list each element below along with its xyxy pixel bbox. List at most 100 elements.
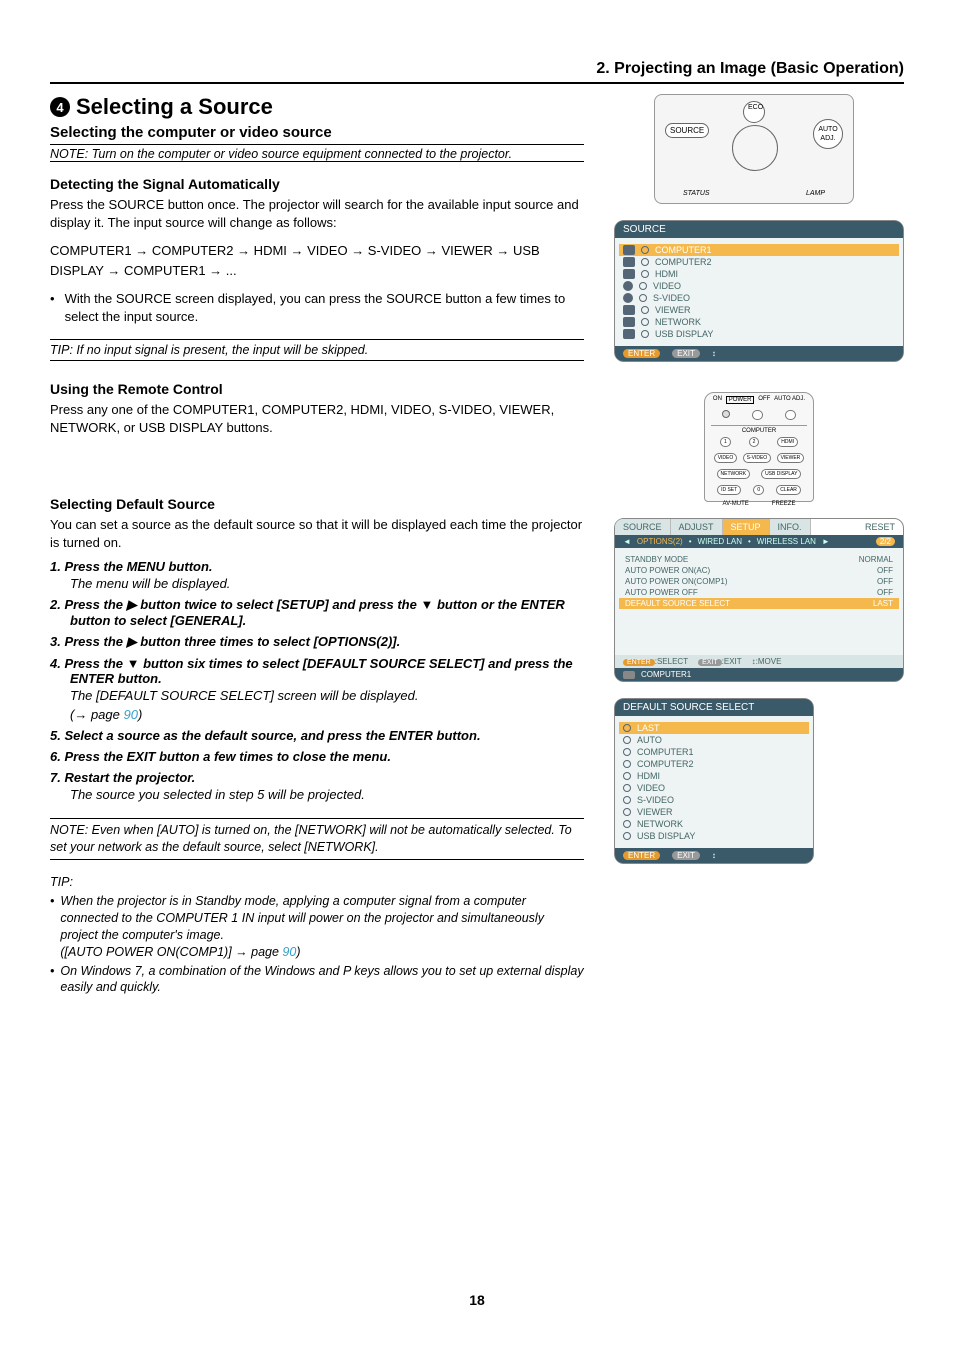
source-icon — [623, 305, 635, 315]
setup-row: AUTO POWER ON(COMP1) OFF — [625, 576, 893, 587]
osd-row: NETWORK — [623, 316, 895, 328]
step-4-sub2-prefix: (→ page — [70, 707, 123, 722]
osd-row: USB DISPLAY — [623, 830, 805, 842]
osd-item-label: VIDEO — [653, 281, 681, 291]
osd-row: COMPUTER2 — [623, 758, 805, 770]
osd-body: COMPUTER1 COMPUTER2 HDMI VIDEO S-VIDEO V… — [615, 238, 903, 346]
source-icon — [623, 671, 635, 679]
osd-row: S-VIDEO — [623, 292, 895, 304]
remote-computer-label: COMPUTER — [711, 425, 807, 434]
setup-row-label: STANDBY MODE — [625, 555, 688, 564]
tip-bar: TIP: If no input signal is present, the … — [50, 339, 584, 361]
tip-lead: TIP: — [50, 874, 584, 891]
default-source-intro: You can set a source as the default sour… — [50, 516, 584, 551]
subtab-wired: WIRED LAN — [698, 537, 742, 546]
setup-row-value: OFF — [877, 566, 893, 575]
setup-row-value: OFF — [877, 588, 893, 597]
setup-row: STANDBY MODENORMAL — [625, 554, 893, 565]
remote-figure: ON POWER OFF AUTO ADJ. COMPUTER 12HDMI V… — [704, 392, 814, 502]
divider — [50, 144, 584, 145]
exit-pill: EXIT — [672, 851, 700, 860]
osd-row-selected: COMPUTER1 — [619, 244, 899, 256]
setup-row-selected: DEFAULT SOURCE SELECTLAST — [619, 598, 899, 609]
step-4-sub2: (→ page 90) — [70, 707, 584, 722]
detect-bullet: • With the SOURCE screen displayed, you … — [50, 290, 584, 325]
move-indicator: ↕ — [712, 851, 716, 860]
remote-p1: Press any one of the COMPUTER1, COMPUTER… — [50, 401, 584, 436]
tab-source: SOURCE — [615, 519, 671, 535]
detect-heading: Detecting the Signal Automatically — [50, 176, 584, 192]
page-link-90a[interactable]: 90 — [123, 707, 137, 722]
remote-button-icon: VIEWER — [777, 453, 805, 463]
control-panel-figure: SOURCE ECO AUTO ADJ. STATUS LAMP — [654, 94, 854, 204]
radio-icon — [641, 270, 649, 278]
chapter-header: 2. Projecting an Image (Basic Operation) — [50, 60, 904, 84]
step-4-sub1: The [DEFAULT SOURCE SELECT] screen will … — [70, 688, 584, 703]
tab-setup: SETUP — [723, 519, 770, 535]
setup-osd-figure: SOURCE ADJUST SETUP INFO. RESET ◄ OPTION… — [614, 518, 904, 682]
osd-row: COMPUTER1 — [623, 746, 805, 758]
section-title: 4 Selecting a Source — [50, 94, 584, 120]
osd-item-label: VIDEO — [637, 783, 665, 793]
setup-row: AUTO POWER ON(AC)OFF — [625, 565, 893, 576]
osd-item-label: AUTO — [637, 735, 662, 745]
default-source-heading: Selecting Default Source — [50, 496, 584, 512]
osd-row-selected: LAST — [619, 722, 809, 734]
select-label: :SELECT — [655, 657, 688, 666]
tip-1: • When the projector is in Standby mode,… — [50, 893, 584, 961]
move-text: :MOVE — [756, 657, 782, 666]
osd-item-label: NETWORK — [655, 317, 701, 327]
bullet-marker: • — [50, 893, 54, 961]
subtab-wireless: WIRELESS LAN — [757, 537, 816, 546]
osd-row: VIEWER — [623, 304, 895, 316]
page-link-90b[interactable]: 90 — [282, 945, 296, 959]
remote-off-label: OFF — [758, 396, 770, 404]
radio-icon — [623, 808, 631, 816]
remote-button-icon: 0 — [753, 485, 764, 495]
tab-adjust: ADJUST — [671, 519, 723, 535]
exit-label: :EXIT — [722, 657, 742, 666]
step-3: 3. Press the ▶ button three times to sel… — [50, 634, 584, 650]
step-list: 1. Press the MENU button. The menu will … — [50, 559, 584, 802]
osd-item-label: S-VIDEO — [653, 293, 690, 303]
remote-button-icon: 1 — [720, 437, 731, 447]
step-4-sub2-suffix: ) — [138, 707, 142, 722]
move-indicator: ↕ — [712, 349, 716, 358]
source-button-icon: SOURCE — [665, 123, 709, 138]
divider — [50, 161, 584, 162]
step-1: 1. Press the MENU button. — [50, 559, 584, 574]
osd-item-label: COMPUTER1 — [637, 747, 694, 757]
remote-auto-label: AUTO ADJ. — [774, 396, 805, 404]
osd-row: AUTO — [623, 734, 805, 746]
setup-row-label: AUTO POWER ON(COMP1) — [625, 577, 728, 586]
tab-reset: RESET — [857, 519, 903, 535]
step-4: 4. Press the ▼ button six times to selec… — [50, 656, 584, 686]
enter-pill: ENTER — [623, 659, 655, 666]
bullet-marker: • — [50, 963, 54, 997]
remote-button-icon: HDMI — [777, 437, 798, 447]
osd-row: NETWORK — [623, 818, 805, 830]
bullet-marker: • — [50, 290, 55, 325]
enter-pill: ENTER — [623, 851, 660, 860]
subtab-options2: OPTIONS(2) — [637, 537, 683, 546]
radio-icon — [623, 832, 631, 840]
radio-icon — [623, 748, 631, 756]
exit-pill: EXIT — [672, 349, 700, 358]
osd-title: SOURCE — [615, 221, 903, 238]
remote-button-icon: USB DISPLAY — [761, 469, 801, 479]
note-bottom: NOTE: Even when [AUTO] is turned on, the… — [50, 818, 584, 860]
setup-row-value: LAST — [873, 599, 893, 608]
radio-icon — [641, 330, 649, 338]
setup-row-value: OFF — [877, 577, 893, 586]
remote-avmute-label: AV-MUTE — [723, 501, 749, 507]
status-led-label: STATUS — [683, 190, 710, 197]
setup-row-label: AUTO POWER OFF — [625, 588, 698, 597]
setup-row: AUTO POWER OFF OFF — [625, 587, 893, 598]
source-icon — [623, 257, 635, 267]
move-label: ↕:MOVE — [752, 657, 782, 666]
radio-icon — [641, 246, 649, 254]
tab-info: INFO. — [770, 519, 811, 535]
osd-item-label: HDMI — [655, 269, 678, 279]
source-icon — [623, 293, 633, 303]
radio-icon — [623, 736, 631, 744]
